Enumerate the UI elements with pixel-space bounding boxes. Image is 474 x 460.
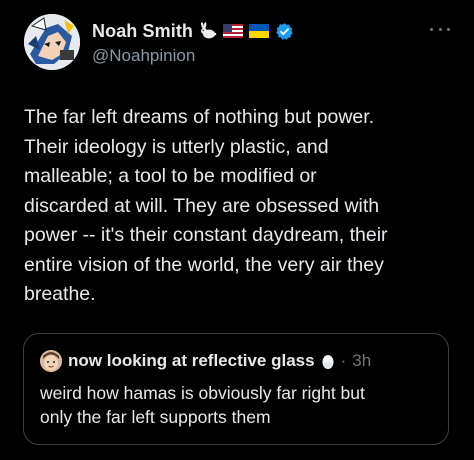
author-handle[interactable]: @Noahpinion [92,46,434,66]
quoted-tweet-separator: · [340,351,347,370]
author-display-name[interactable]: Noah Smith [92,21,193,42]
author-avatar[interactable] [24,14,80,70]
name-row: Noah Smith [92,18,434,44]
quoted-author-avatar[interactable] [40,350,62,372]
us-flag-icon [223,24,244,38]
quoted-tweet-text: weird how hamas is obviously far right b… [40,383,365,427]
quoted-tweet-header: now looking at reflective glass · 3h [40,350,371,372]
tweet-text: The far left dreams of nothing but power… [24,106,388,305]
tweet-header: Noah Smith @Noahpinion [92,18,434,66]
quoted-tweet-timestamp[interactable]: 3h [352,351,371,371]
more-dot [430,27,433,31]
verified-badge-icon [275,22,294,41]
quoted-tweet-card[interactable]: now looking at reflective glass · 3h wei… [23,333,449,445]
more-dot [447,27,450,31]
more-dot [438,27,442,31]
tweet: Noah Smith @Noahpinion The far left drea… [0,0,474,460]
rabbit-icon [199,22,217,40]
ukraine-flag-icon [249,24,270,38]
more-options-icon[interactable] [430,22,450,36]
quoted-author-display-name[interactable]: now looking at reflective glass [68,351,315,371]
egg-icon [321,352,335,370]
